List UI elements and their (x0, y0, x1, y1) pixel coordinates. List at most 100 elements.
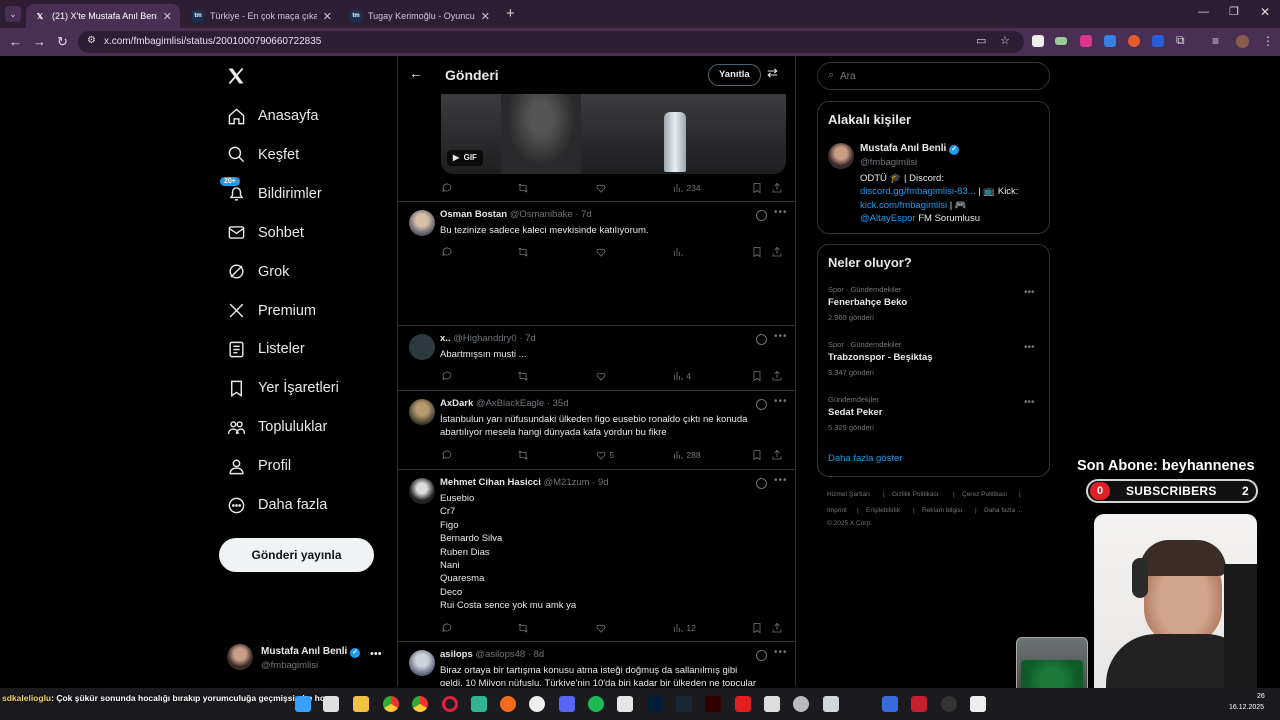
browser-tab-1[interactable]: 𝕏 (21) X'te Mustafa Anıl Benli: "Ya ✕ (26, 4, 180, 28)
extension-icon[interactable] (1128, 35, 1140, 47)
share-icon[interactable] (771, 182, 783, 194)
illustrator-icon[interactable] (705, 696, 721, 712)
bookmark-icon[interactable] (751, 622, 763, 634)
maximize-button[interactable]: ❐ (1229, 5, 1239, 18)
post-button[interactable]: Gönderi yayınla (219, 538, 374, 572)
grok-explain-icon[interactable] (756, 334, 767, 345)
url-bar[interactable]: ⚙ x.com/fmbagimlisi/status/2001000790660… (78, 31, 1024, 53)
extension-icon[interactable] (1152, 35, 1164, 47)
author-handle[interactable]: @asilops48 (475, 649, 525, 660)
views-stat[interactable]: 288 (672, 449, 701, 461)
footer-link[interactable]: Erişilebilirlik (866, 507, 900, 514)
kick-link[interactable]: kick.com/fmbagimlisi (860, 200, 947, 211)
like-icon[interactable] (595, 370, 609, 382)
more-icon[interactable]: ••• (370, 648, 382, 660)
reply-icon[interactable] (441, 370, 453, 382)
app-icon[interactable] (823, 696, 839, 712)
sidebar-item-keşfet[interactable]: Keşfet (226, 140, 299, 170)
app-icon[interactable] (617, 696, 633, 712)
like-icon[interactable] (595, 182, 607, 194)
views-stat[interactable] (672, 246, 686, 258)
more-icon[interactable]: ••• (1024, 342, 1035, 353)
show-more-link[interactable]: Daha fazla göster (828, 453, 902, 464)
related-name[interactable]: Mustafa Anıl Benli ✓ (860, 143, 960, 155)
retweet-icon[interactable] (517, 246, 529, 258)
new-tab-button[interactable]: + (506, 5, 515, 22)
author-handle[interactable]: @Osmanibake (510, 209, 573, 220)
minimize-button[interactable]: — (1198, 6, 1209, 18)
extension-icon[interactable] (1104, 35, 1116, 47)
obs-icon[interactable] (911, 696, 927, 712)
puzzle-icon[interactable]: ⧉ (1176, 33, 1185, 48)
file-explorer-icon[interactable] (353, 696, 369, 712)
reply-settings-icon[interactable]: ⇄ (767, 65, 778, 81)
reply-button[interactable]: Yanıtla (708, 64, 761, 86)
app-icon[interactable] (970, 696, 986, 712)
avatar[interactable] (409, 399, 435, 425)
sidebar-item-listeler[interactable]: Listeler (226, 334, 305, 364)
avatar[interactable] (409, 478, 435, 504)
football-manager-icon[interactable] (882, 696, 898, 712)
grok-explain-icon[interactable] (756, 650, 767, 661)
reply-tweet[interactable]: Mehmet Cihan Hasicci @M21zum · 9d ••• Euse… (398, 470, 795, 642)
author-name[interactable]: x.. (440, 333, 451, 344)
avatar[interactable] (409, 650, 435, 676)
retweet-icon[interactable] (517, 370, 529, 382)
close-window-button[interactable]: ✕ (1260, 5, 1270, 19)
footer-link[interactable]: Daha fazla ... (984, 507, 1022, 514)
play-icon[interactable]: ▶ (453, 153, 459, 162)
app-icon[interactable] (764, 696, 780, 712)
firefox-icon[interactable] (500, 696, 516, 712)
close-tab-icon[interactable]: ✕ (323, 10, 332, 23)
more-icon[interactable]: ••• (774, 331, 788, 342)
extension-icon[interactable] (1080, 35, 1092, 47)
yandex-icon[interactable] (529, 696, 545, 712)
close-tab-icon[interactable]: ✕ (481, 10, 490, 23)
footer-link[interactable]: Gizlilik Politikası (892, 491, 939, 498)
menu-icon[interactable]: ⋮ (1262, 34, 1274, 48)
more-icon[interactable]: ••• (774, 396, 788, 407)
sidebar-item-daha-fazla[interactable]: Daha fazla (226, 490, 327, 520)
more-icon[interactable]: ••• (1024, 287, 1035, 298)
acrobat-icon[interactable] (735, 696, 751, 712)
sidebar-item-grok[interactable]: Grok (226, 257, 289, 287)
retweet-icon[interactable] (517, 182, 529, 194)
tweet-time[interactable]: · 7d (519, 333, 535, 344)
browser-tab-2[interactable]: tm Türkiye - En çok maça çıkan oy ✕ (184, 4, 340, 28)
back-icon[interactable]: ← (9, 35, 22, 49)
footer-link[interactable]: Reklam bilgisi (922, 507, 962, 514)
avatar[interactable] (409, 210, 435, 236)
author-handle[interactable]: @AxBlackEagle (476, 398, 544, 409)
reply-tweet[interactable]: Osman Bostan @Osmanibake · 7d ••• Bu tezin… (398, 202, 795, 326)
sidebar-item-topluluklar[interactable]: Topluluklar (226, 412, 327, 442)
forward-icon[interactable]: → (33, 35, 46, 49)
sidebar-item-yer-i-şaretleri[interactable]: Yer İşaretleri (226, 373, 339, 403)
like-icon[interactable] (595, 246, 609, 258)
tweet-time[interactable]: · 9d (592, 477, 608, 488)
tweet-time[interactable]: · 7d (575, 209, 591, 220)
views-stat[interactable]: 12 (672, 622, 696, 634)
retweet-icon[interactable] (517, 449, 529, 461)
grok-explain-icon[interactable] (756, 478, 767, 489)
bookmark-icon[interactable] (751, 370, 763, 382)
extension-icon[interactable] (1055, 37, 1067, 45)
taskview-icon[interactable] (323, 696, 339, 712)
views-stat[interactable]: 234 (672, 182, 701, 194)
reply-tweet[interactable]: asilops @asilops48 · 8d ••• Biraz ortaya b… (398, 642, 795, 686)
reply-icon[interactable] (441, 449, 453, 461)
browser-tab-3[interactable]: tm Tugay Kerimoğlu - Oyuncu profi ✕ (342, 4, 498, 28)
reload-icon[interactable]: ↻ (57, 35, 68, 49)
author-name[interactable]: Mehmet Cihan Hasicci (440, 477, 541, 488)
bookmark-star-icon[interactable]: ☆ (1000, 34, 1010, 47)
footer-link[interactable]: Hizmet Şartları (827, 491, 870, 498)
discord-link[interactable]: discord.gg/fmbagimlisi-83... (860, 186, 976, 197)
tab-search-button[interactable]: ⌄ (5, 6, 21, 22)
sidebar-item-anasayfa[interactable]: Anasayfa (226, 101, 318, 131)
app-icon[interactable] (471, 696, 487, 712)
opera-icon[interactable] (442, 696, 458, 712)
bookmark-icon[interactable] (751, 246, 763, 258)
sidebar-item-bildirimler[interactable]: 20+ Bildirimler (220, 176, 322, 209)
author-name[interactable]: asilops (440, 649, 473, 660)
sidebar-item-premium[interactable]: Premium (226, 296, 316, 326)
search-box[interactable]: ⌕ (817, 62, 1050, 90)
